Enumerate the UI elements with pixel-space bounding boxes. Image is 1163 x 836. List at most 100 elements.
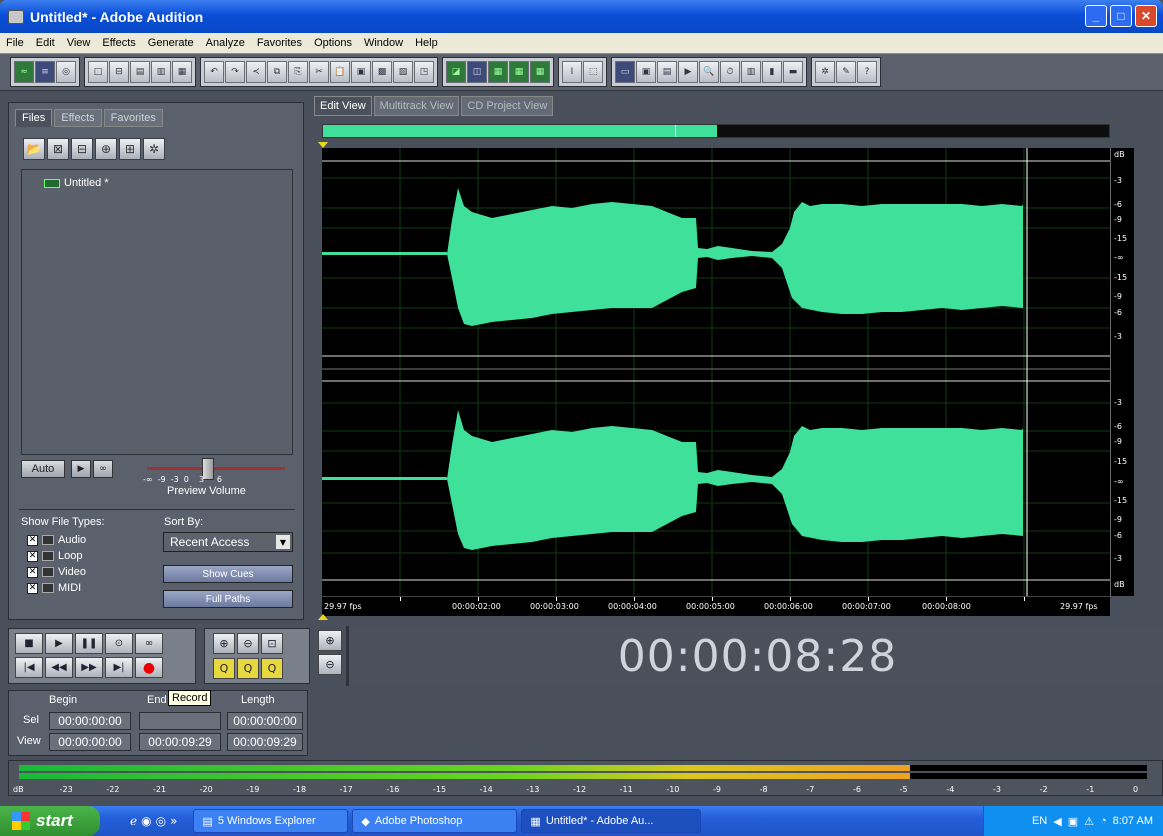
menu-favorites[interactable]: Favorites [251,37,308,49]
selection-window-icon[interactable]: ▥ [741,61,761,83]
play-button[interactable]: ▶ [45,633,73,654]
rewind-button[interactable]: ◀◀ [45,657,73,678]
help-icon[interactable]: ? [857,61,877,83]
insert-multitrack-button[interactable]: ⊞ [119,138,141,160]
info-window-icon[interactable]: ▤ [657,61,677,83]
save-as-icon[interactable]: ▥ [151,61,171,83]
full-paths-button[interactable]: Full Paths [163,590,293,608]
undo-icon[interactable]: ↶ [204,61,224,83]
record-button[interactable]: ● [135,657,163,678]
task-adobe-audition[interactable]: ▦ Untitled* - Adobe Au... [521,809,702,833]
tab-effects[interactable]: Effects [54,109,102,127]
zoom-in-vertical-icon[interactable]: ⊕ [318,630,342,651]
time-select-tool-icon[interactable]: I [562,61,582,83]
volume-icon[interactable]: ◔ [1100,815,1107,827]
go-to-start-button[interactable]: |◀ [15,657,43,678]
tab-multitrack-view[interactable]: Multitrack View [373,96,460,116]
waveform-display[interactable] [322,148,1110,596]
new-file-icon[interactable]: □ [88,61,108,83]
favorites-icon[interactable]: ✲ [815,61,835,83]
zoom-left-icon[interactable]: Q [213,658,235,679]
zoom-in-icon[interactable]: ⊕ [213,633,235,654]
time-ruler[interactable]: 29.97 fps 00:00:02:00 00:00:03:00 00:00:… [322,596,1110,616]
properties-window-icon[interactable]: ▣ [636,61,656,83]
list-item[interactable]: Untitled * [44,177,109,189]
task-windows-explorer[interactable]: ▤ 5 Windows Explorer [193,809,349,833]
import-file-button[interactable]: ⊠ [47,138,69,160]
close-file-button[interactable]: ⊟ [71,138,93,160]
transport-window-icon[interactable]: ▶ [678,61,698,83]
file-list[interactable]: Untitled * [21,169,293,455]
file-type-loop[interactable]: ✕ Loop [27,550,82,562]
menu-analyze[interactable]: Analyze [200,37,251,49]
menu-effects[interactable]: Effects [96,37,141,49]
zoom-full-icon[interactable]: ⊡ [261,633,283,654]
preview-volume-track[interactable] [147,467,285,470]
trim-icon[interactable]: ▨ [393,61,413,83]
paste-icon[interactable]: 📋 [330,61,350,83]
play-preview-button[interactable]: ▶ [71,460,91,478]
language-indicator[interactable]: EN [1032,815,1047,827]
zoom-right-icon[interactable]: Q [237,658,259,679]
menu-options[interactable]: Options [308,37,358,49]
zoom-out-vertical-icon[interactable]: ⊖ [318,654,342,675]
zoom-selection-icon[interactable]: Q [261,658,283,679]
menu-view[interactable]: View [61,37,97,49]
redo-icon[interactable]: ↷ [225,61,245,83]
menu-window[interactable]: Window [358,37,409,49]
open-file-icon[interactable]: ⊟ [109,61,129,83]
chevron-left-icon[interactable]: ◀ [1053,815,1061,828]
fast-forward-button[interactable]: ▶▶ [75,657,103,678]
mix-paste-icon[interactable]: ▩ [372,61,392,83]
script-icon[interactable]: ✎ [836,61,856,83]
file-type-video[interactable]: ✕ Video [27,566,86,578]
sel-begin-field[interactable]: 00:00:00:00 [49,712,131,730]
checkbox[interactable]: ✕ [27,582,38,594]
media-icon[interactable]: ◎ [156,814,166,828]
waveform-view-icon[interactable]: ◫ [467,61,487,83]
menu-edit[interactable]: Edit [30,37,61,49]
edit-view-icon[interactable]: ≈ [14,61,34,83]
cut-icon[interactable]: ✂ [309,61,329,83]
checkbox[interactable]: ✕ [27,534,38,546]
chevron-right-icon[interactable]: » [170,814,177,828]
security-icon[interactable]: ⚠ [1084,815,1094,828]
sel-end-field[interactable] [139,712,221,730]
zoom-out-icon[interactable]: ⊖ [237,633,259,654]
spectral-view-icon[interactable]: ◪ [446,61,466,83]
auto-play-button[interactable]: Auto [21,460,65,478]
multitrack-view-icon[interactable]: ≡ [35,61,55,83]
spectral-phase-icon[interactable]: ▦ [509,61,529,83]
cd-view-icon[interactable]: ◎ [56,61,76,83]
overview-visible-range[interactable] [323,125,717,137]
zoom-selection-icon[interactable]: ◳ [414,61,434,83]
chevron-down-icon[interactable]: ▼ [276,535,290,549]
go-to-end-button[interactable]: ▶| [105,657,133,678]
favorites-button[interactable]: ✲ [143,138,165,160]
stop-button[interactable]: ■ [15,633,43,654]
view-length-field[interactable]: 00:00:09:29 [227,733,303,751]
loop-preview-button[interactable]: ∞ [93,460,113,478]
tab-cd-project-view[interactable]: CD Project View [461,96,554,116]
spectral-freq-icon[interactable]: ▦ [530,61,550,83]
paste-new-icon[interactable]: ▣ [351,61,371,83]
view-begin-field[interactable]: 00:00:00:00 [49,733,131,751]
show-cues-button[interactable]: Show Cues [163,565,293,583]
start-button[interactable]: start [0,806,100,836]
task-photoshop[interactable]: ◆ Adobe Photoshop [352,809,518,833]
edit-file-button[interactable]: ⊕ [95,138,117,160]
desktop-icon[interactable]: ◉ [141,814,151,828]
time-window-icon[interactable]: ⏱ [720,61,740,83]
file-type-midi[interactable]: ✕ MIDI [27,582,81,594]
repeat-icon[interactable]: ≺ [246,61,266,83]
save-icon[interactable]: ▤ [130,61,150,83]
organizer-window-icon[interactable]: ▭ [615,61,635,83]
file-type-audio[interactable]: ✕ Audio [27,534,86,546]
marquee-tool-icon[interactable]: ⬚ [583,61,603,83]
tab-favorites[interactable]: Favorites [103,109,163,127]
play-to-end-button[interactable]: ⊙ [105,633,133,654]
copy-new-icon[interactable]: ⎘ [288,61,308,83]
sel-length-field[interactable]: 00:00:00:00 [227,712,303,730]
overview-bar[interactable] [322,124,1110,138]
close-button[interactable]: ✕ [1135,5,1157,27]
